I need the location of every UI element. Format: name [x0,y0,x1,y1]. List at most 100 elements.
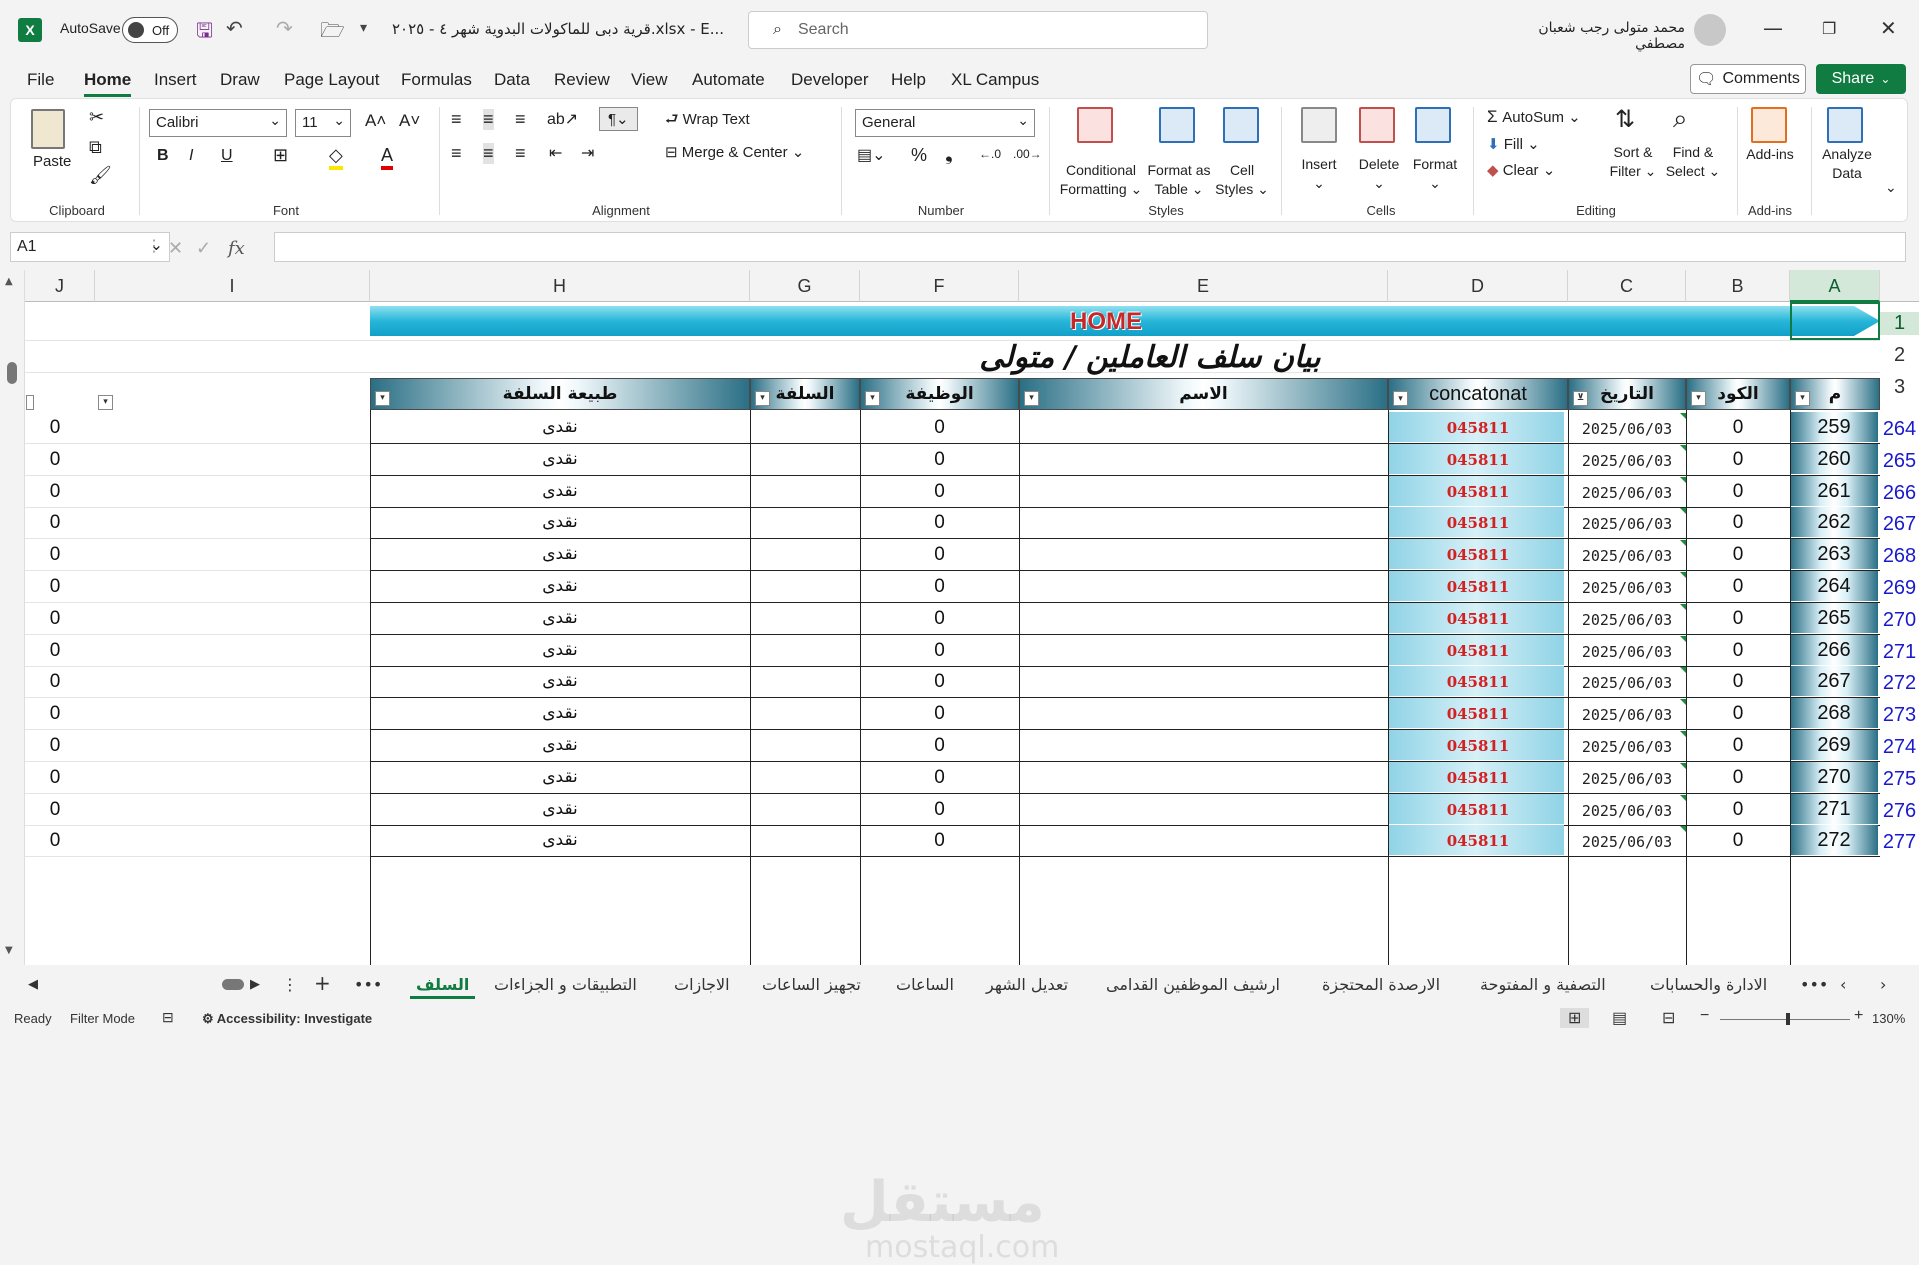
zoom-out-icon[interactable]: − [1700,1007,1709,1025]
column-header-e[interactable]: E [1019,270,1388,302]
tab-scroll-thumb[interactable] [222,979,244,990]
cell-concat[interactable]: 045811 [1388,451,1568,469]
cell-m[interactable]: 270 [1790,762,1878,792]
borders-icon[interactable]: ⊞ [273,145,288,166]
scroll-up-icon[interactable]: ▲ [5,276,13,287]
cell-date[interactable]: 2025/06/03 [1568,452,1686,470]
more-sheets-icon[interactable]: ••• [354,975,382,994]
filter-active-icon[interactable]: ⊻ [1573,391,1588,406]
autosum-button[interactable]: Σ AutoSum ⌄ [1487,107,1581,127]
tab-xl-campus[interactable]: XL Campus [951,70,1039,90]
search-input[interactable]: ⌕ Search [748,11,1208,49]
prev-sheet-icon[interactable]: ‹ [1840,975,1846,994]
tab-page-layout[interactable]: Page Layout [284,70,379,90]
copy-icon[interactable]: ⧉ [89,137,102,158]
cell-m[interactable]: 265 [1790,603,1878,633]
cell-date[interactable]: 2025/06/03 [1568,515,1686,533]
align-center-icon[interactable]: ≡ [483,143,494,164]
share-button[interactable]: Share ⌄ [1816,64,1906,94]
cell-concat[interactable]: 045811 [1388,514,1568,532]
cell-date[interactable]: 2025/06/03 [1568,674,1686,692]
cell-concat[interactable]: 045811 [1388,642,1568,660]
align-right-icon[interactable]: ≡ [515,143,526,164]
paste-icon[interactable] [31,109,65,149]
cell-concat[interactable]: 045811 [1388,578,1568,596]
align-middle-icon[interactable]: ≡ [483,109,494,130]
font-color-icon[interactable]: A [381,145,394,170]
accessibility-status[interactable]: ⚙ Accessibility: Investigate [202,1011,372,1027]
cell-type[interactable]: نقدى [370,449,750,469]
cell-j[interactable]: 0 [25,703,85,725]
save-icon[interactable]: 🖫 [196,16,213,50]
cell-date[interactable]: 2025/06/03 [1568,547,1686,565]
cell-code[interactable]: 0 [1686,830,1790,852]
sheet-tab-settlement[interactable]: التصفية و المفتوحة [1480,975,1606,994]
cell-date[interactable]: 2025/06/03 [1568,770,1686,788]
cell-j[interactable]: 0 [25,735,85,757]
tab-help[interactable]: Help [891,70,926,90]
filter-dropdown-icon[interactable]: ▾ [98,395,113,410]
row-header[interactable]: 273 [1880,704,1919,727]
zoom-slider[interactable] [1720,1019,1850,1020]
increase-indent-icon[interactable]: ⇥ [581,143,594,163]
cell-type[interactable]: نقدى [370,735,750,755]
cell-j[interactable]: 0 [25,544,85,566]
cell-code[interactable]: 0 [1686,512,1790,534]
cell-job[interactable]: 0 [860,449,1019,471]
cell-concat[interactable]: 045811 [1388,832,1568,850]
column-header-d[interactable]: D [1388,270,1568,302]
cell-type[interactable]: نقدى [370,703,750,723]
decrease-indent-icon[interactable]: ⇤ [549,143,562,163]
delete-cells-button[interactable]: Delete ⌄ [1347,155,1411,193]
cell-m[interactable]: 266 [1790,635,1878,665]
cell-concat[interactable]: 045811 [1388,705,1568,723]
row-header[interactable]: 266 [1880,482,1919,505]
cell-concat[interactable]: 045811 [1388,483,1568,501]
decrease-font-icon[interactable]: A˅ [399,111,420,131]
cell-code[interactable]: 0 [1686,481,1790,503]
format-cells-button[interactable]: Format ⌄ [1403,155,1467,193]
formula-input[interactable] [274,232,1906,262]
row-header[interactable]: 269 [1880,577,1919,600]
accounting-format-icon[interactable]: ▤⌄ [857,145,886,165]
cell-job[interactable]: 0 [860,799,1019,821]
cell-date[interactable]: 2025/06/03 [1568,738,1686,756]
cell-concat[interactable]: 045811 [1388,737,1568,755]
cell-code[interactable]: 0 [1686,767,1790,789]
column-header-a[interactable]: A [1790,270,1880,302]
row-header-2[interactable]: 2 [1880,344,1919,367]
cell-date[interactable]: 2025/06/03 [1568,833,1686,851]
close-icon[interactable]: ✕ [1880,16,1897,40]
home-banner-label[interactable]: HOME [1070,308,1142,336]
cell-code[interactable]: 0 [1686,576,1790,598]
cell-concat[interactable]: 045811 [1388,419,1568,437]
filter-dropdown-icon[interactable] [26,395,34,410]
user-name[interactable]: محمد متولى رجب شعبان مصطفي [1490,20,1685,52]
page-break-view-icon[interactable]: ⊟ [1662,1008,1675,1028]
underline-icon[interactable]: U [221,147,233,165]
cell-code[interactable]: 0 [1686,703,1790,725]
column-header-f[interactable]: F [860,270,1019,302]
sheet-tab-old-employees[interactable]: ارشيف الموظفين القدامى [1106,975,1280,994]
tab-formulas[interactable]: Formulas [401,70,472,90]
cell-m[interactable]: 267 [1790,666,1878,696]
tab-review[interactable]: Review [554,70,610,90]
next-sheet-icon[interactable]: › [1880,975,1886,994]
cell-m[interactable]: 263 [1790,539,1878,569]
fill-button[interactable]: ⬇ Fill ⌄ [1487,135,1540,153]
restore-icon[interactable]: ❐ [1822,19,1836,38]
filter-dropdown-icon[interactable]: ▾ [865,391,880,406]
format-cells-icon[interactable] [1415,107,1451,143]
filter-dropdown-icon[interactable]: ▾ [1393,391,1408,406]
font-size-select[interactable]: 11 [295,107,351,137]
row-header-3[interactable]: 3 [1880,376,1919,399]
column-header-i[interactable]: I [95,270,370,302]
sort-filter-button[interactable]: Sort & Filter ⌄ [1601,143,1665,181]
spreadsheet-grid[interactable]: ▲ ▼ J I H G F E D C B A 1 2 3 HOME بيان … [0,270,1919,1265]
tab-draw[interactable]: Draw [220,70,260,90]
cell-m[interactable]: 262 [1790,507,1878,537]
column-header-h[interactable]: H [370,270,750,302]
tab-automate[interactable]: Automate [692,70,765,90]
text-direction-icon[interactable]: ¶⌄ [599,107,638,131]
cell-type[interactable]: نقدى [370,544,750,564]
